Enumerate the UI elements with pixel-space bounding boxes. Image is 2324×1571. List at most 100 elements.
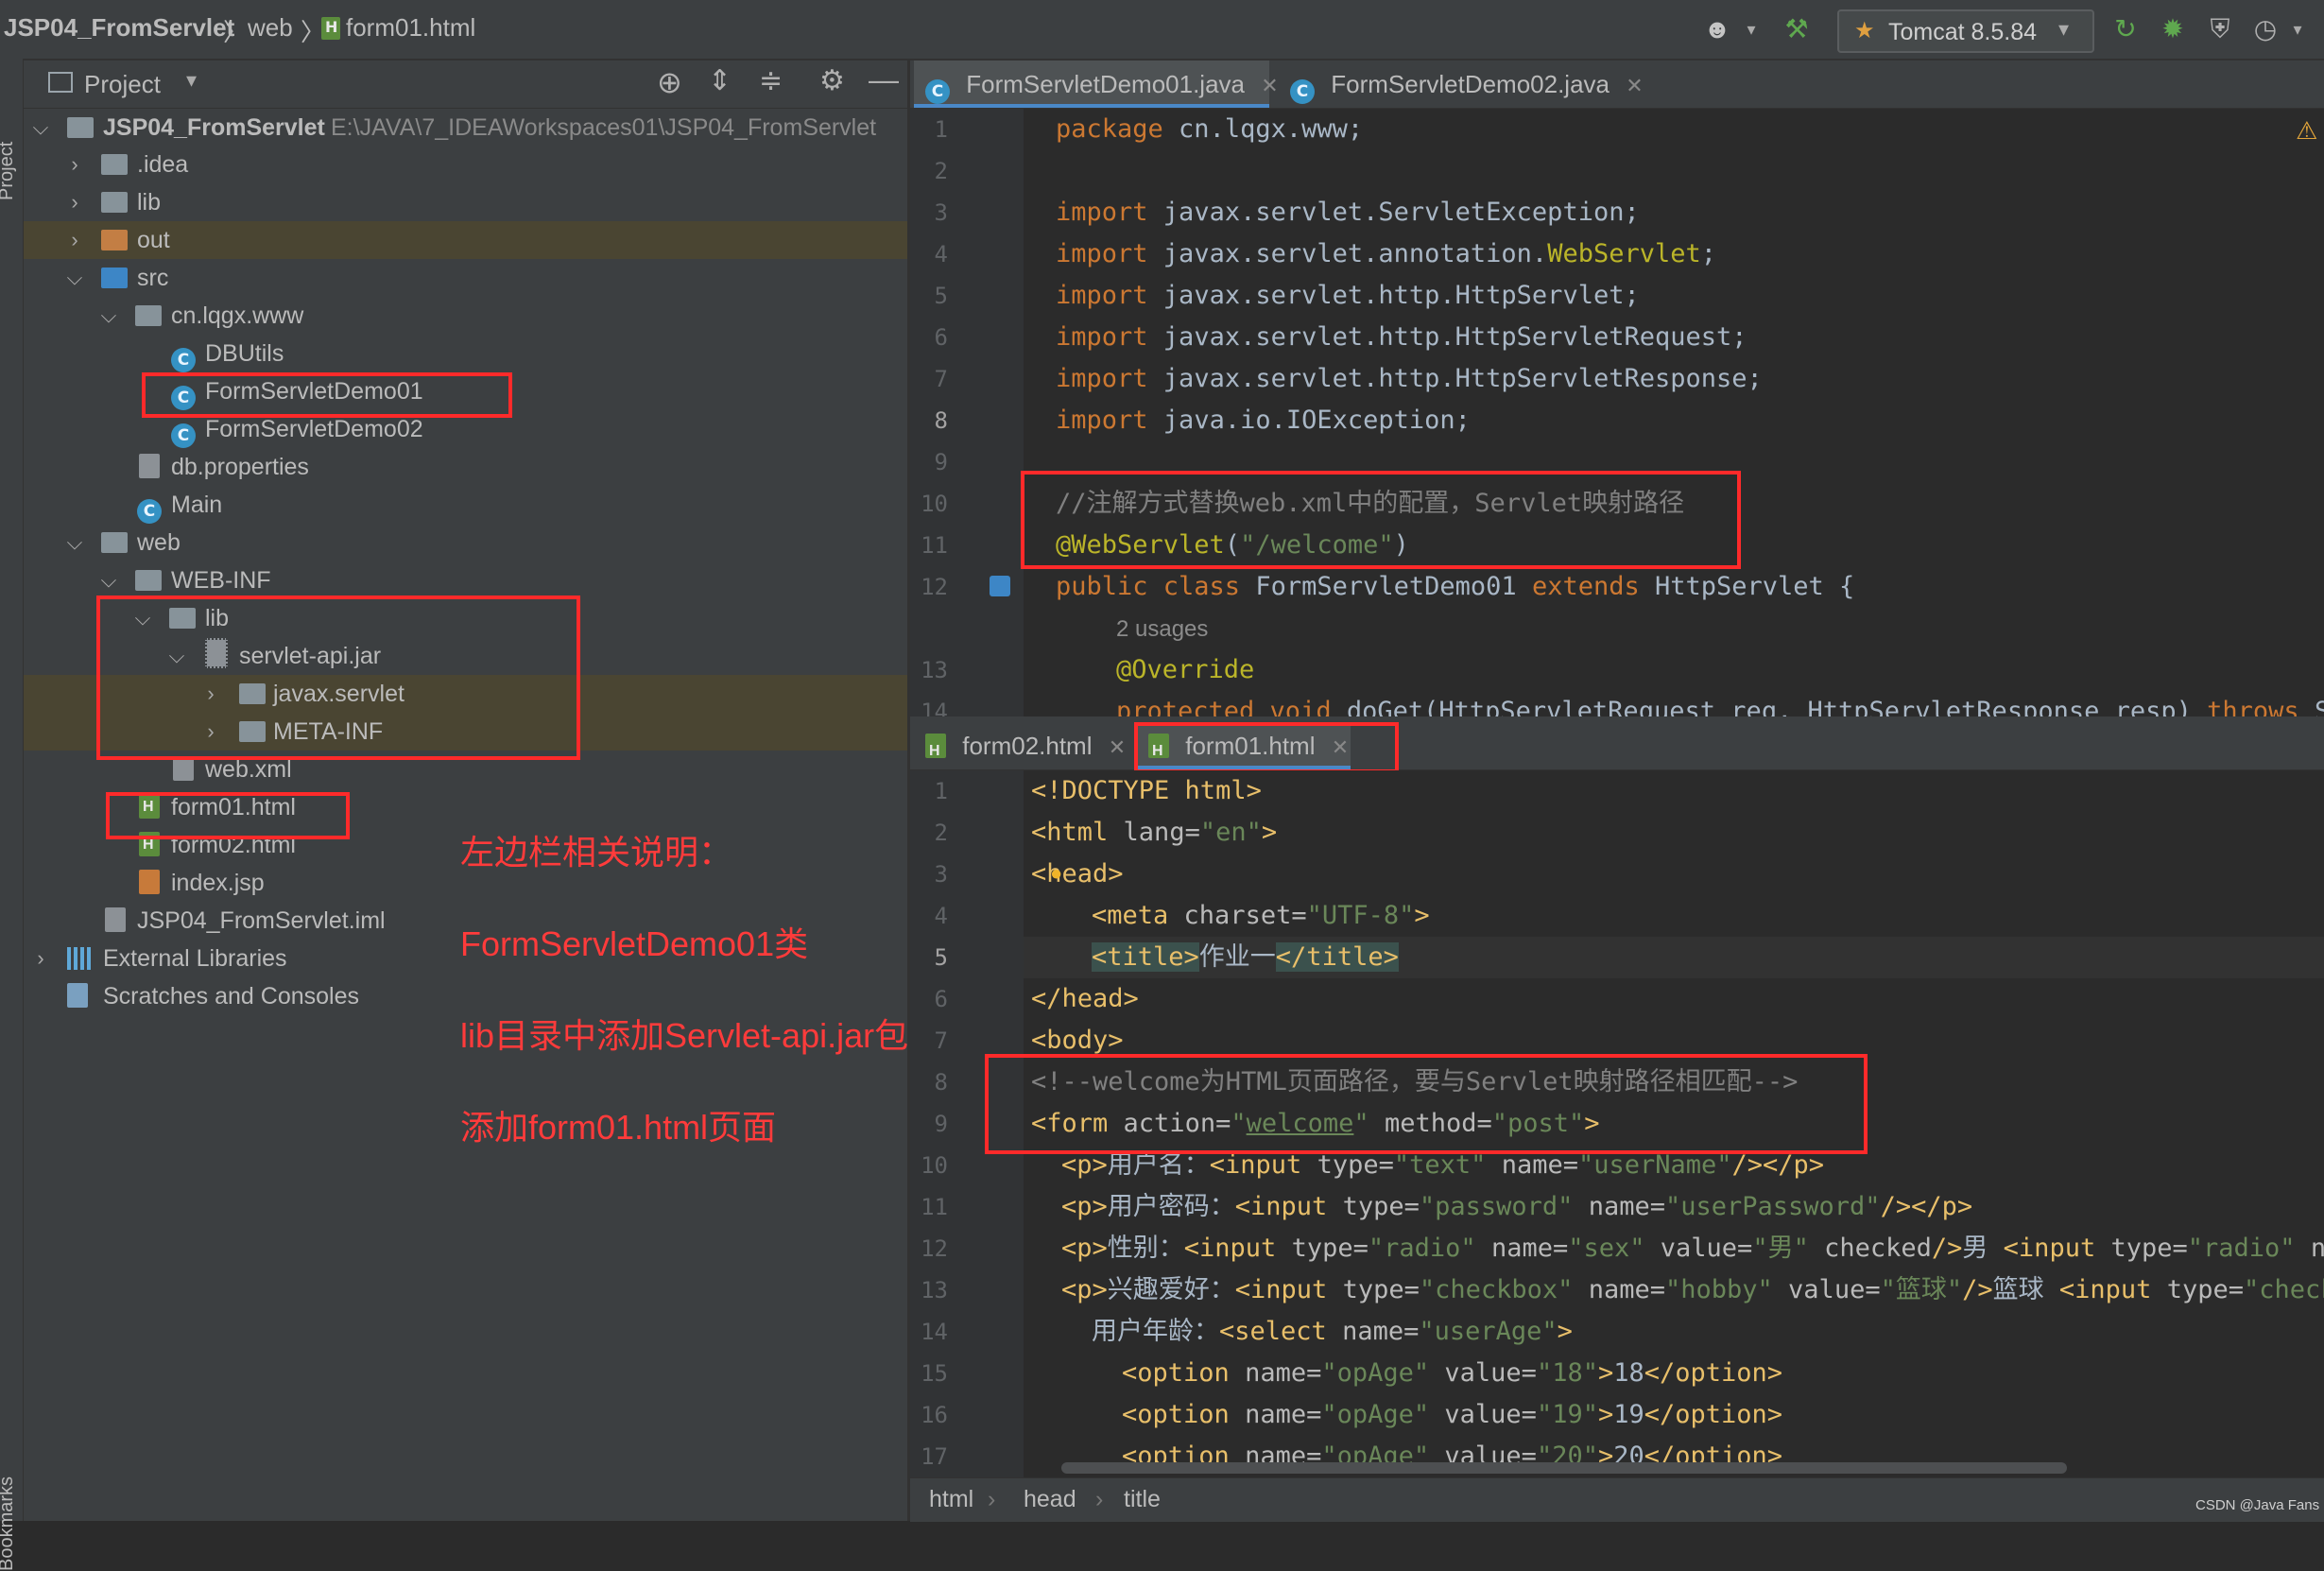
code-line: package cn.lqgx.www; xyxy=(1056,114,1364,144)
tree-item-dbutils[interactable]: C DBUtils xyxy=(24,335,907,372)
line-number: 15 xyxy=(921,1360,948,1387)
highlight-box xyxy=(106,792,350,839)
tab-formservletdemo01[interactable]: C FormServletDemo01.java ✕ xyxy=(914,60,1279,108)
tree-item-idea[interactable]: › .idea xyxy=(24,146,907,183)
run-configuration-select[interactable]: ★ Tomcat 8.5.84 ▾ xyxy=(1837,9,2094,53)
line-number: 12 xyxy=(921,574,948,600)
line-number: 10 xyxy=(921,491,948,517)
close-icon[interactable]: ✕ xyxy=(1261,74,1278,97)
bookmarks-tool-button[interactable]: Bookmarks xyxy=(0,1476,18,1571)
tree-item-label: JSP04_FromServlet.iml xyxy=(137,907,386,934)
tree-item-label: Main xyxy=(171,492,223,518)
collapse-all-icon[interactable]: ≑ xyxy=(759,64,783,97)
code-line: import javax.servlet.http.HttpServletRes… xyxy=(1056,364,1763,393)
chevron-right-icon: › xyxy=(71,190,78,214)
code-line: <p>性别：<input type="radio" name="sex" val… xyxy=(1061,1234,2324,1263)
line-number: 16 xyxy=(921,1402,948,1428)
line-number: 7 xyxy=(934,1027,948,1054)
chevron-down-icon[interactable]: ▾ xyxy=(186,68,197,93)
breadcrumb-project[interactable]: JSP04_FromServlet xyxy=(4,13,234,43)
folder-icon xyxy=(101,230,128,250)
gear-icon[interactable]: ⚙ xyxy=(819,64,845,97)
project-view-icon xyxy=(48,72,73,93)
line-number: 10 xyxy=(921,1152,948,1179)
tab-label: FormServletDemo02.java xyxy=(1331,70,1610,98)
tree-item-label: cn.lqgx.www xyxy=(171,302,304,329)
java-editor[interactable]: ⚠ 1 package cn.lqgx.www; 2 3 import java… xyxy=(910,109,2324,716)
tree-item-root[interactable]: ⌵ JSP04_FromServlet E:\JAVA\7_IDEAWorksp… xyxy=(24,109,907,147)
tab-formservletdemo02[interactable]: C FormServletDemo02.java ✕ xyxy=(1279,60,1645,108)
breadcrumb-head[interactable]: head xyxy=(1024,1486,1076,1513)
tree-item-main[interactable]: C Main xyxy=(24,486,907,524)
warning-icon[interactable]: ⚠ xyxy=(2296,116,2317,146)
project-tool-button[interactable]: Project xyxy=(0,142,18,200)
breadcrumb-folder[interactable]: web xyxy=(248,13,293,43)
tree-item-label: External Libraries xyxy=(103,945,287,972)
tree-item-db-properties[interactable]: db.properties xyxy=(24,448,907,486)
breadcrumb-separator-icon: 〉 xyxy=(223,18,249,46)
chevron-down-icon: ▾ xyxy=(2058,17,2070,41)
tree-item-lib[interactable]: › lib xyxy=(24,183,907,221)
profile-icon[interactable]: ◷ xyxy=(2249,13,2281,45)
tree-item-web[interactable]: ⌵ web xyxy=(24,524,907,561)
code-line: import java.io.IOException; xyxy=(1056,406,1471,435)
code-line: protected void doGet(HttpServletRequest … xyxy=(1116,697,2324,716)
lightbulb-icon[interactable]: ● xyxy=(1050,861,1062,886)
tree-item-src[interactable]: ⌵ src xyxy=(24,259,907,297)
tomcat-icon: ★ xyxy=(1854,18,1875,43)
tree-item-out[interactable]: › out xyxy=(24,221,907,259)
breadcrumb-separator-icon: › xyxy=(988,1486,996,1512)
tab-label: FormServletDemo01.java xyxy=(966,70,1246,98)
code-line: <title>作业一</title> xyxy=(1024,937,2324,978)
code-line: import javax.servlet.http.HttpServletReq… xyxy=(1056,322,1747,352)
annotation-note-class: FormServletDemo01类 xyxy=(460,924,809,963)
tree-item-label: web xyxy=(137,529,181,556)
module-icon xyxy=(67,117,94,138)
tab-form02-html[interactable]: form02.html ✕ xyxy=(914,722,1139,775)
line-number: 12 xyxy=(921,1235,948,1262)
breadcrumb-title[interactable]: title xyxy=(1124,1486,1161,1513)
expand-all-icon[interactable]: ⇕ xyxy=(708,64,732,97)
breadcrumb-file[interactable]: form01.html xyxy=(321,13,475,43)
tree-item-label: WEB-INF xyxy=(171,567,271,594)
code-line: <option name="opAge" value="19">19</opti… xyxy=(1122,1400,1783,1429)
coverage-icon[interactable]: ⛨ xyxy=(2204,13,2236,45)
line-number: 14 xyxy=(921,1319,948,1345)
chevron-down-icon: ⌵ xyxy=(100,568,117,592)
line-number: 9 xyxy=(934,449,948,475)
annotation-note-html: 添加form01.html页面 xyxy=(460,1108,777,1147)
line-number: 6 xyxy=(934,324,948,351)
breadcrumb-html[interactable]: html xyxy=(929,1486,973,1513)
package-icon xyxy=(135,305,162,326)
tree-item-web-inf[interactable]: ⌵ WEB-INF xyxy=(24,561,907,599)
usages-hint[interactable]: 2 usages xyxy=(1116,608,1208,649)
editor-breadcrumb-bar: html › head › title CSDN @Java Fans xyxy=(910,1477,2324,1522)
line-number: 17 xyxy=(921,1443,948,1470)
line-number: 1 xyxy=(934,116,948,143)
chevron-down-icon: ⌵ xyxy=(32,115,49,139)
tree-item-package[interactable]: ⌵ cn.lqgx.www xyxy=(24,297,907,335)
properties-file-icon xyxy=(139,454,160,478)
chevron-down-icon: ⌵ xyxy=(100,303,117,327)
folder-icon xyxy=(135,570,162,591)
chevron-down-icon[interactable]: ▾ xyxy=(1735,13,1767,45)
project-view-selector[interactable]: Project xyxy=(84,70,161,99)
user-icon[interactable]: ☻ xyxy=(1701,13,1733,45)
line-number: 13 xyxy=(921,1277,948,1303)
chevron-down-icon[interactable]: ▾ xyxy=(2281,13,2314,45)
close-icon[interactable]: ✕ xyxy=(1109,735,1126,759)
minimize-icon[interactable]: — xyxy=(869,62,899,97)
watermark: CSDN @Java Fans xyxy=(2195,1497,2320,1513)
tree-item-label: db.properties xyxy=(171,454,309,480)
rerun-icon[interactable]: ↻ xyxy=(2109,13,2142,45)
html-file-icon xyxy=(925,728,946,775)
class-icon: C xyxy=(137,499,162,524)
debug-icon[interactable]: ✹ xyxy=(2157,13,2189,45)
horizontal-scrollbar[interactable] xyxy=(1061,1462,2067,1474)
close-icon[interactable]: ✕ xyxy=(1626,74,1643,97)
locate-icon[interactable]: ⊕ xyxy=(657,64,682,100)
hammer-icon[interactable]: ⚒ xyxy=(1781,13,1813,45)
web-folder-icon xyxy=(101,532,128,553)
implemented-icon[interactable] xyxy=(990,576,1010,596)
tree-item-path: E:\JAVA\7_IDEAWorkspaces01\JSP04_FromSer… xyxy=(331,114,877,141)
